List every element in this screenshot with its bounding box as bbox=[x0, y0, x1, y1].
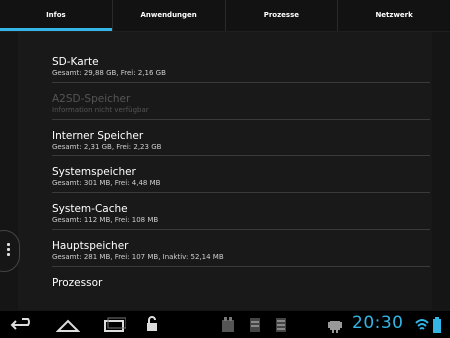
android-debug-icon bbox=[328, 321, 342, 333]
item-title: A2SD-Speicher bbox=[52, 92, 131, 105]
list-item-main-memory[interactable]: Hauptspeicher Gesamt: 281 MB, Frei: 107 … bbox=[52, 230, 430, 267]
list-item-a2sd-storage: A2SD-Speicher Information nicht verfügba… bbox=[52, 83, 430, 120]
system-bar: 20:30 bbox=[0, 311, 450, 338]
clock: 20:30 bbox=[352, 313, 404, 333]
unlock-icon[interactable] bbox=[145, 315, 159, 335]
battery-icon bbox=[433, 317, 441, 333]
side-drawer-handle[interactable] bbox=[0, 230, 20, 272]
wifi-icon bbox=[415, 319, 429, 330]
notification-app-icon[interactable] bbox=[220, 315, 236, 335]
list-item-system-storage[interactable]: Systemspeicher Gesamt: 301 MB, Frei: 4,4… bbox=[52, 156, 430, 194]
item-subtitle: Gesamt: 281 MB, Frei: 107 MB, Inaktiv: 5… bbox=[52, 252, 224, 261]
info-panel: SD-Karte Gesamt: 29,88 GB, Frei: 2,16 GB… bbox=[18, 32, 432, 310]
item-subtitle: Gesamt: 29,88 GB, Frei: 2,16 GB bbox=[52, 69, 166, 77]
recent-apps-icon[interactable] bbox=[102, 315, 126, 335]
item-subtitle: Gesamt: 301 MB, Frei: 4,48 MB bbox=[52, 179, 161, 188]
item-title: System-Cache bbox=[52, 203, 128, 216]
notification-sd-icon[interactable] bbox=[248, 315, 262, 335]
list-item-internal-storage[interactable]: Interner Speicher Gesamt: 2,31 GB, Frei:… bbox=[52, 120, 430, 157]
tab-bar: Infos Anwendungen Prozesse Netzwerk bbox=[0, 0, 450, 32]
item-title: Systemspeicher bbox=[52, 166, 136, 179]
notification-storage-icon[interactable] bbox=[274, 315, 288, 335]
back-icon[interactable] bbox=[10, 315, 36, 335]
tab-anwendungen[interactable]: Anwendungen bbox=[113, 0, 226, 31]
list-item-sd-card[interactable]: SD-Karte Gesamt: 29,88 GB, Frei: 2,16 GB bbox=[52, 46, 430, 83]
item-subtitle: Gesamt: 112 MB, Frei: 108 MB bbox=[52, 216, 159, 225]
item-title: Prozessor bbox=[52, 276, 103, 289]
item-subtitle: Information nicht verfügbar bbox=[52, 105, 149, 114]
item-title: Hauptspeicher bbox=[52, 239, 129, 252]
more-vertical-icon bbox=[7, 243, 11, 258]
tab-netzwerk[interactable]: Netzwerk bbox=[338, 0, 450, 31]
list-item-processor[interactable]: Prozessor bbox=[52, 267, 430, 304]
item-subtitle: Gesamt: 2,31 GB, Frei: 2,23 GB bbox=[52, 142, 162, 151]
home-icon[interactable] bbox=[56, 315, 80, 335]
item-title: SD-Karte bbox=[52, 56, 99, 68]
tab-infos[interactable]: Infos bbox=[0, 0, 113, 31]
info-list: SD-Karte Gesamt: 29,88 GB, Frei: 2,16 GB… bbox=[52, 46, 430, 304]
tab-prozesse[interactable]: Prozesse bbox=[226, 0, 339, 31]
item-title: Interner Speicher bbox=[52, 129, 144, 142]
list-item-system-cache[interactable]: System-Cache Gesamt: 112 MB, Frei: 108 M… bbox=[52, 193, 430, 230]
